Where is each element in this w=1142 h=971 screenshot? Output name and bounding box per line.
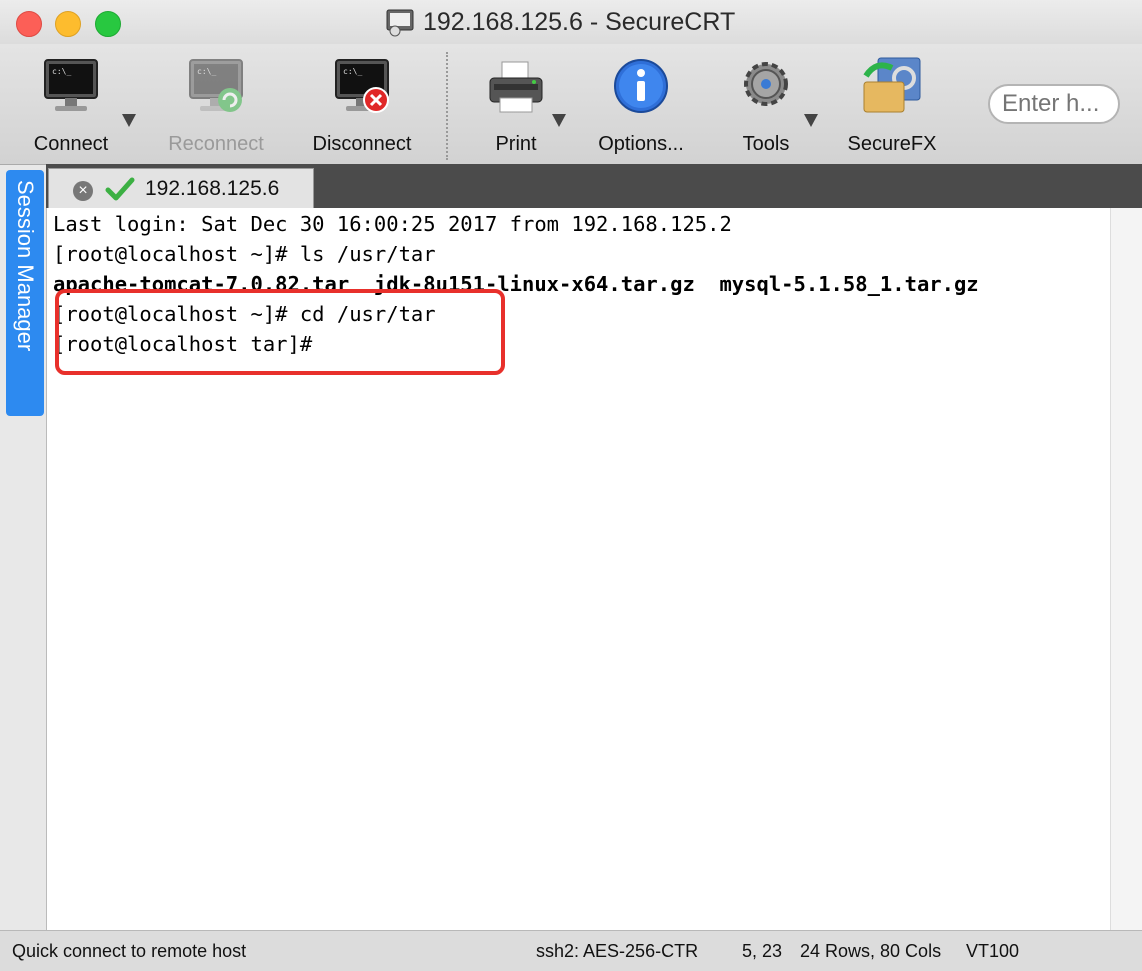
monitor-icon: c:\_ [44, 59, 98, 111]
print-dropdown-arrow[interactable] [552, 114, 566, 127]
title-bar: 192.168.125.6 - SecureCRT [0, 0, 1142, 44]
toolbar-separator [446, 52, 448, 160]
reconnect-button[interactable]: c:\_ Reconnect [160, 54, 272, 156]
status-terminal-size: 24 Rows, 80 Cols [800, 941, 942, 961]
securefx-icon [863, 57, 921, 113]
disconnect-monitor-icon: c:\_ [335, 59, 389, 113]
terminal-scrollbar[interactable] [1110, 208, 1142, 930]
options-button[interactable]: Options... [590, 54, 692, 156]
terminal-line: [root@localhost ~]# ls /usr/tar [53, 242, 436, 266]
red-highlight-box [55, 289, 505, 375]
tools-dropdown-arrow[interactable] [804, 114, 818, 127]
minimize-window-button[interactable] [55, 11, 81, 37]
connect-button[interactable]: c:\_ Connect [26, 54, 116, 156]
printer-icon [489, 61, 543, 113]
session-manager-tab[interactable]: Session Manager [6, 170, 44, 416]
connected-check-icon [105, 177, 135, 201]
securecrt-app-icon [386, 9, 414, 37]
disconnect-button[interactable]: c:\_ Disconnect [306, 54, 418, 156]
search-input[interactable] [988, 84, 1120, 124]
connect-dropdown-arrow[interactable] [122, 114, 136, 127]
window-title: 192.168.125.6 - SecureCRT [385, 6, 735, 38]
reconnect-monitor-icon: c:\_ [189, 59, 243, 112]
window-title-text: 192.168.125.6 - SecureCRT [423, 7, 736, 36]
maximize-window-button[interactable] [95, 11, 121, 37]
toolbar: c:\_ Connect c:\_ Reconnect c:\_ Disconn… [0, 44, 1142, 165]
svg-text:c:\_: c:\_ [197, 67, 216, 76]
securefx-button[interactable]: SecureFX [840, 54, 944, 156]
close-tab-icon[interactable]: × [73, 181, 93, 201]
status-quick-connect: Quick connect to remote host [12, 941, 247, 961]
tools-button[interactable]: Tools [728, 54, 804, 156]
status-bar: Quick connect to remote host ssh2: AES-2… [0, 930, 1142, 971]
gear-icon [744, 62, 788, 106]
status-emulation: VT100 [966, 941, 1020, 961]
svg-text:c:\_: c:\_ [52, 67, 71, 76]
session-tab-bar: × 192.168.125.6 [46, 164, 1142, 208]
svg-text:c:\_: c:\_ [343, 67, 362, 76]
info-icon [614, 59, 668, 113]
status-cursor-position: 5, 23 [742, 941, 783, 961]
status-cipher: ssh2: AES-256-CTR [536, 941, 699, 961]
session-tab[interactable]: × 192.168.125.6 [48, 168, 314, 208]
close-window-button[interactable] [16, 11, 42, 37]
terminal-line: Last login: Sat Dec 30 16:00:25 2017 fro… [53, 212, 732, 236]
print-button[interactable]: Print [478, 54, 554, 156]
